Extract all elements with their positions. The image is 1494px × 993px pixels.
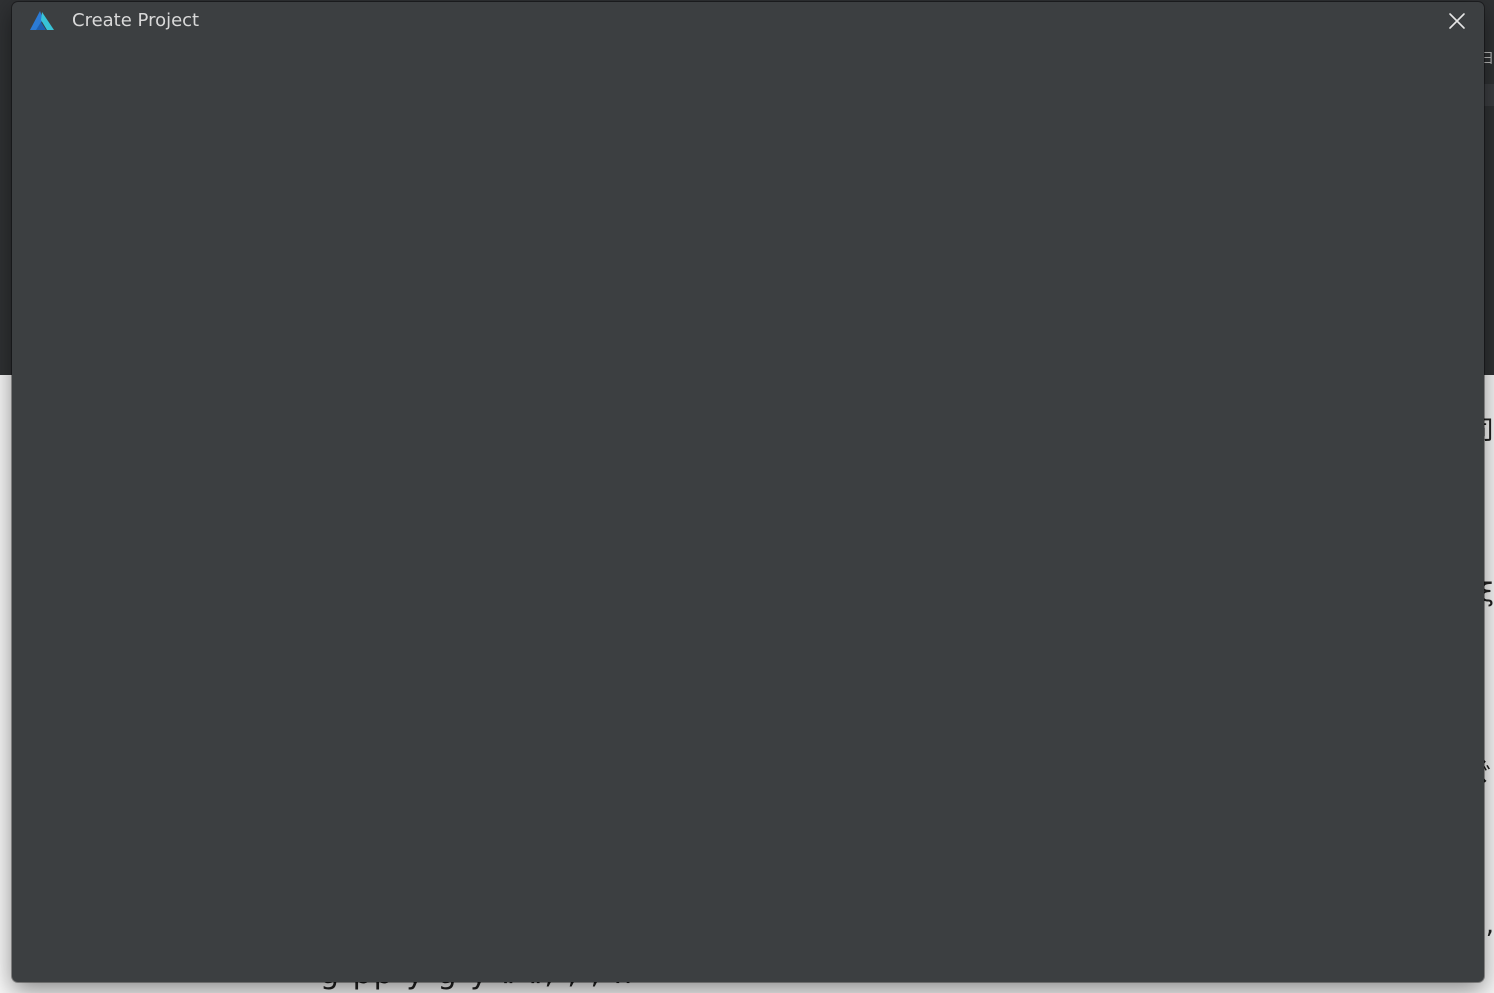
dialog-titlebar[interactable]: Create Project xyxy=(12,2,1484,40)
background-glyph-5: , xyxy=(1485,910,1494,940)
dialog-content-area xyxy=(12,40,1484,982)
close-button[interactable] xyxy=(1444,8,1470,34)
dialog-title: Create Project xyxy=(72,10,200,31)
app-logo-icon xyxy=(29,10,55,32)
create-project-dialog: Create Project xyxy=(12,2,1484,982)
close-icon xyxy=(1449,13,1465,29)
